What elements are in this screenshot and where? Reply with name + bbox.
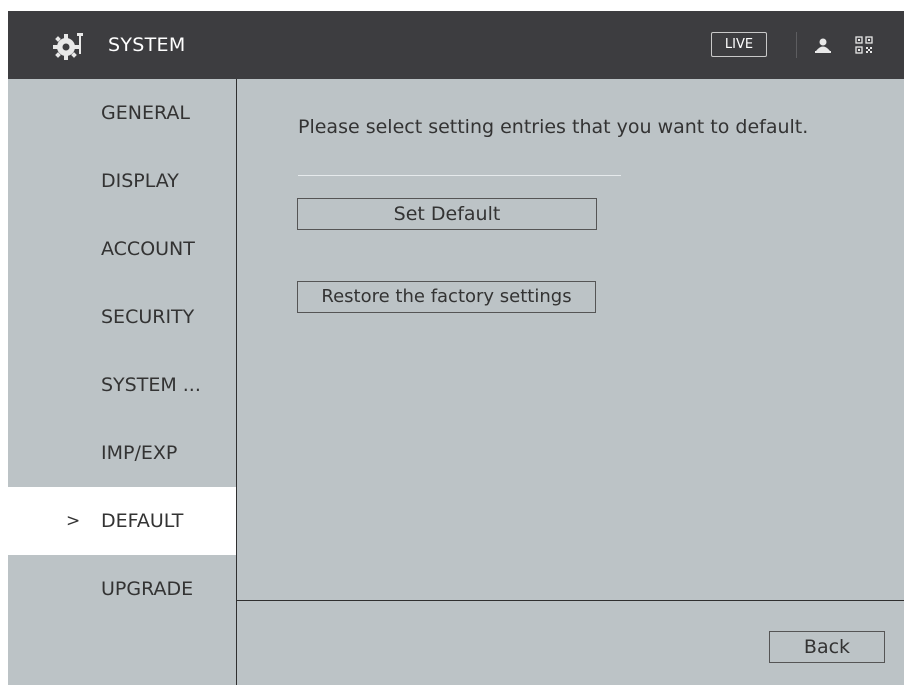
default-settings-panel: Please select setting entries that you w… <box>237 79 904 601</box>
sidebar-item-upgrade[interactable]: UPGRADE <box>8 555 236 623</box>
set-default-button[interactable]: Set Default <box>297 198 597 230</box>
qr-code-icon[interactable] <box>855 36 873 54</box>
sidebar-item-display[interactable]: DISPLAY <box>8 147 236 215</box>
sidebar-item-label: DEFAULT <box>101 510 184 532</box>
sidebar-item-label: UPGRADE <box>101 578 194 600</box>
live-button[interactable]: LIVE <box>711 32 767 57</box>
sidebar: GENERAL DISPLAY ACCOUNT SECURITY SYSTEM … <box>8 79 236 685</box>
chevron-right-icon: > <box>66 511 81 531</box>
back-button[interactable]: Back <box>769 631 885 663</box>
sidebar-item-account[interactable]: ACCOUNT <box>8 215 236 283</box>
page-title: SYSTEM <box>108 34 186 56</box>
sidebar-item-label: SECURITY <box>101 306 195 328</box>
sidebar-item-security[interactable]: SECURITY <box>8 283 236 351</box>
footer-bar: Back <box>237 601 904 685</box>
sidebar-item-label: IMP/EXP <box>101 442 178 464</box>
restore-factory-settings-button[interactable]: Restore the factory settings <box>297 281 596 313</box>
sidebar-item-general[interactable]: GENERAL <box>8 79 236 147</box>
sidebar-item-label: DISPLAY <box>101 170 179 192</box>
header-divider <box>796 32 797 58</box>
content-divider <box>298 175 621 176</box>
user-icon[interactable] <box>814 36 832 54</box>
sidebar-item-label: GENERAL <box>101 102 190 124</box>
system-settings-window: SYSTEM LIVE GENERAL DISPLAY ACCOUNT SECU… <box>0 0 904 685</box>
settings-icon <box>53 33 83 60</box>
sidebar-item-label: ACCOUNT <box>101 238 195 260</box>
instruction-text: Please select setting entries that you w… <box>298 116 809 138</box>
sidebar-item-imp-exp[interactable]: IMP/EXP <box>8 419 236 487</box>
sidebar-item-label: SYSTEM ... <box>101 374 201 396</box>
sidebar-item-system[interactable]: SYSTEM ... <box>8 351 236 419</box>
header-bar: SYSTEM LIVE <box>8 11 904 79</box>
sidebar-item-default[interactable]: > DEFAULT <box>8 487 236 555</box>
